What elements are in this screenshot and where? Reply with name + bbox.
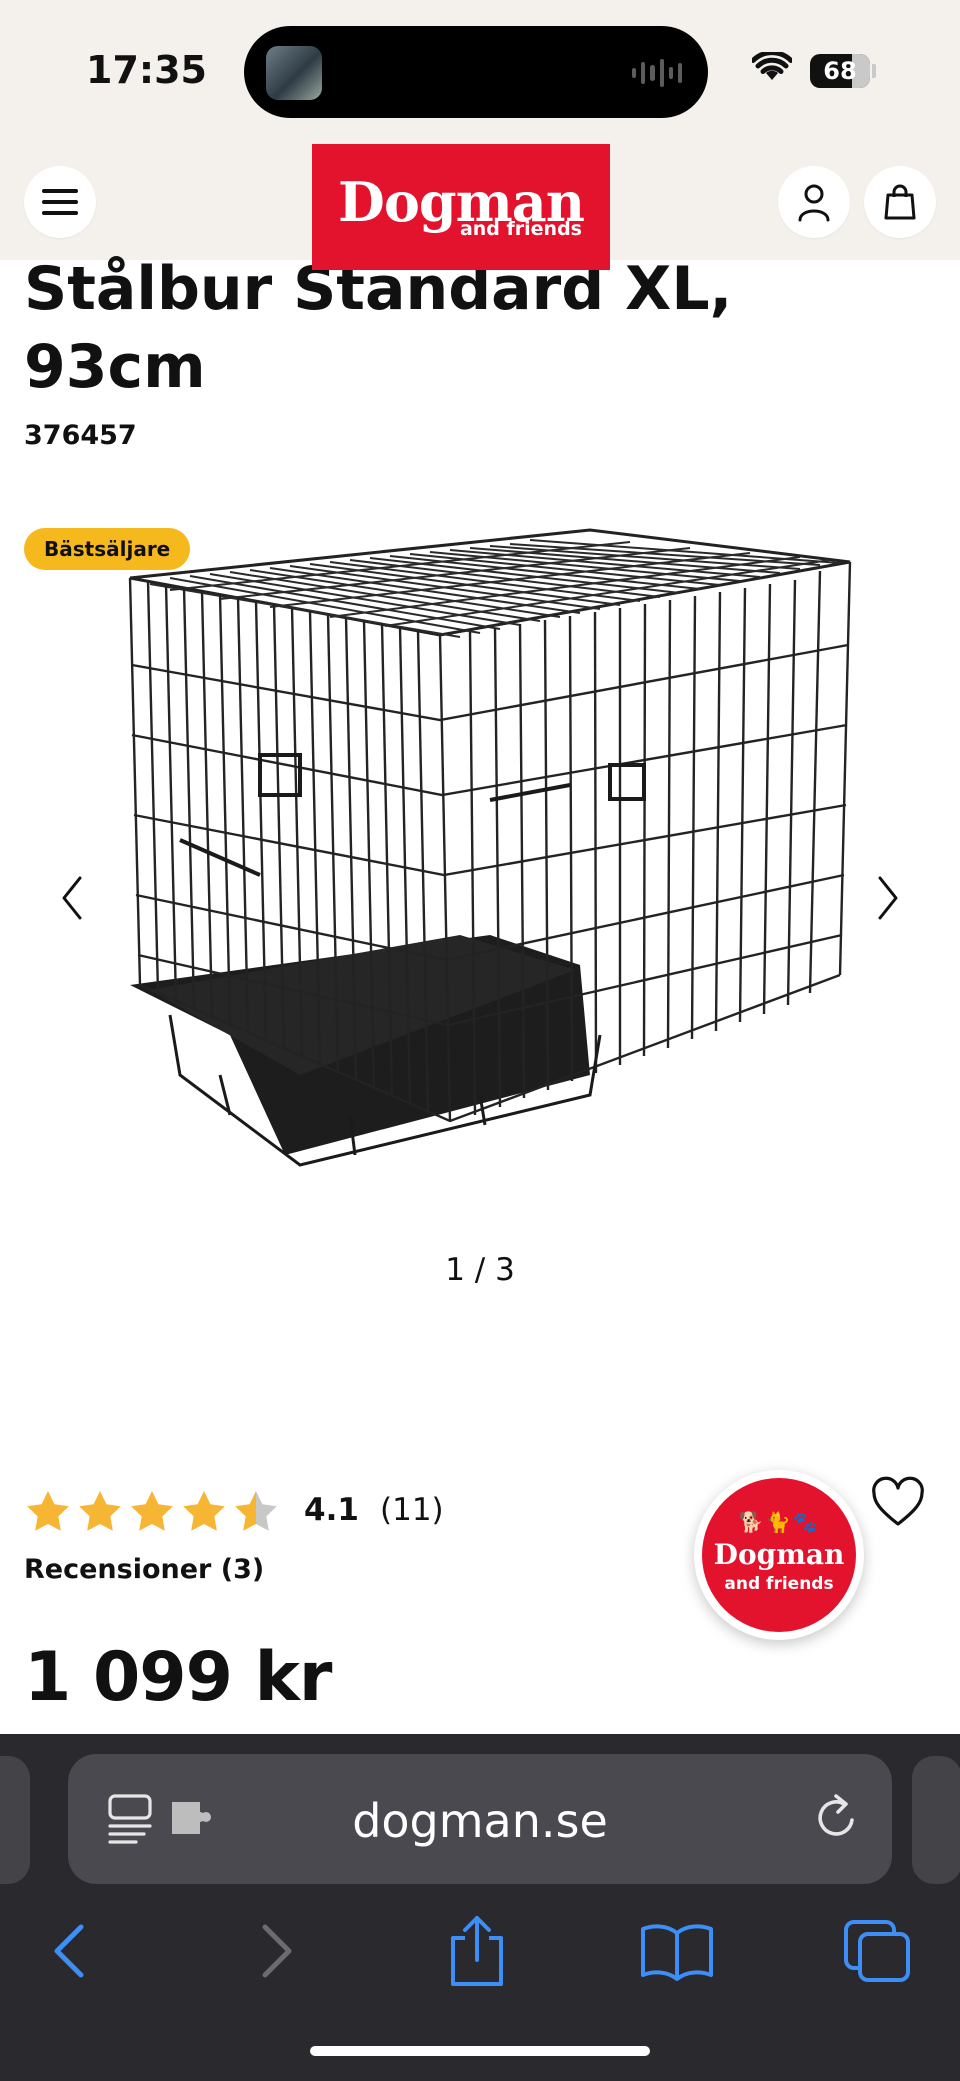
chat-logo-tagline: and friends (724, 1574, 834, 1594)
home-indicator[interactable] (310, 2046, 650, 2056)
share-icon (451, 1916, 503, 1986)
address-bar[interactable]: dogman.se (68, 1754, 892, 1884)
reload-icon[interactable] (808, 1790, 864, 1846)
cart-button[interactable] (864, 166, 936, 238)
bookmarks-icon (641, 1924, 713, 1981)
product-gallery[interactable]: Bästsäljare 1 / 3 (0, 500, 960, 1320)
rating-stars[interactable] (24, 1488, 280, 1536)
chat-widget-button[interactable]: 🐕🐈🐾 Dogman and friends (694, 1470, 864, 1640)
product-price: 1 099 kr (24, 1638, 332, 1717)
tabs-button[interactable] (832, 1906, 922, 1996)
reviews-link[interactable]: Recensioner (3) (24, 1554, 264, 1585)
chat-logo-wordmark: Dogman (713, 1538, 845, 1571)
previous-tab-preview[interactable] (0, 1756, 30, 1884)
back-button[interactable] (24, 1906, 114, 1996)
forward-button[interactable] (232, 1906, 322, 1996)
tabs-icon (844, 1920, 910, 1982)
battery-level: 68 (823, 57, 857, 85)
hamburger-icon (42, 189, 78, 215)
site-logo[interactable]: Dogman and friends (312, 144, 610, 270)
now-playing-thumbnail (266, 46, 322, 100)
logo-tagline: and friends (459, 218, 582, 240)
half-star-icon (235, 1491, 277, 1531)
forward-icon (262, 1924, 292, 1978)
star-icon (79, 1491, 121, 1531)
battery-tip (872, 64, 876, 78)
account-button[interactable] (778, 166, 850, 238)
favorite-heart-icon[interactable] (870, 1476, 926, 1532)
star-icon (183, 1491, 225, 1531)
site-header: Dogman and friends (0, 140, 960, 270)
product-image-crate[interactable] (110, 515, 870, 1195)
rating-value: 4.1 (304, 1492, 359, 1528)
battery-indicator: 68 (810, 54, 870, 88)
star-icon (27, 1491, 69, 1531)
back-icon (54, 1924, 84, 1978)
bestseller-badge: Bästsäljare (24, 528, 191, 570)
pets-icon: 🐕🐈🐾 (738, 1512, 820, 1534)
status-bar: 17:35 68 (0, 0, 960, 140)
browser-toolbar: dogman.se (0, 1734, 960, 2081)
gallery-next-button[interactable] (868, 870, 908, 926)
wifi-icon (752, 52, 792, 80)
gallery-pager: 1 / 3 (445, 1252, 515, 1288)
share-button[interactable] (432, 1906, 522, 1996)
product-title: Stålbur Standard XL, 93cm (24, 254, 733, 402)
chevron-right-icon (878, 876, 898, 920)
bookmarks-button[interactable] (632, 1906, 722, 1996)
next-tab-preview[interactable] (912, 1756, 960, 1884)
chat-widget-logo: 🐕🐈🐾 Dogman and friends (702, 1478, 856, 1632)
star-icon (131, 1491, 173, 1531)
url-text[interactable]: dogman.se (68, 1794, 892, 1848)
user-icon (798, 184, 830, 222)
menu-button[interactable] (24, 166, 96, 238)
gallery-prev-button[interactable] (52, 870, 92, 926)
status-time: 17:35 (86, 48, 207, 92)
shopping-bag-icon (884, 184, 916, 220)
product-sku: 376457 (24, 420, 137, 451)
dynamic-island[interactable] (244, 26, 708, 118)
rating-count: (11) (380, 1492, 444, 1528)
chevron-left-icon (62, 876, 82, 920)
audio-wave-icon (632, 56, 683, 90)
